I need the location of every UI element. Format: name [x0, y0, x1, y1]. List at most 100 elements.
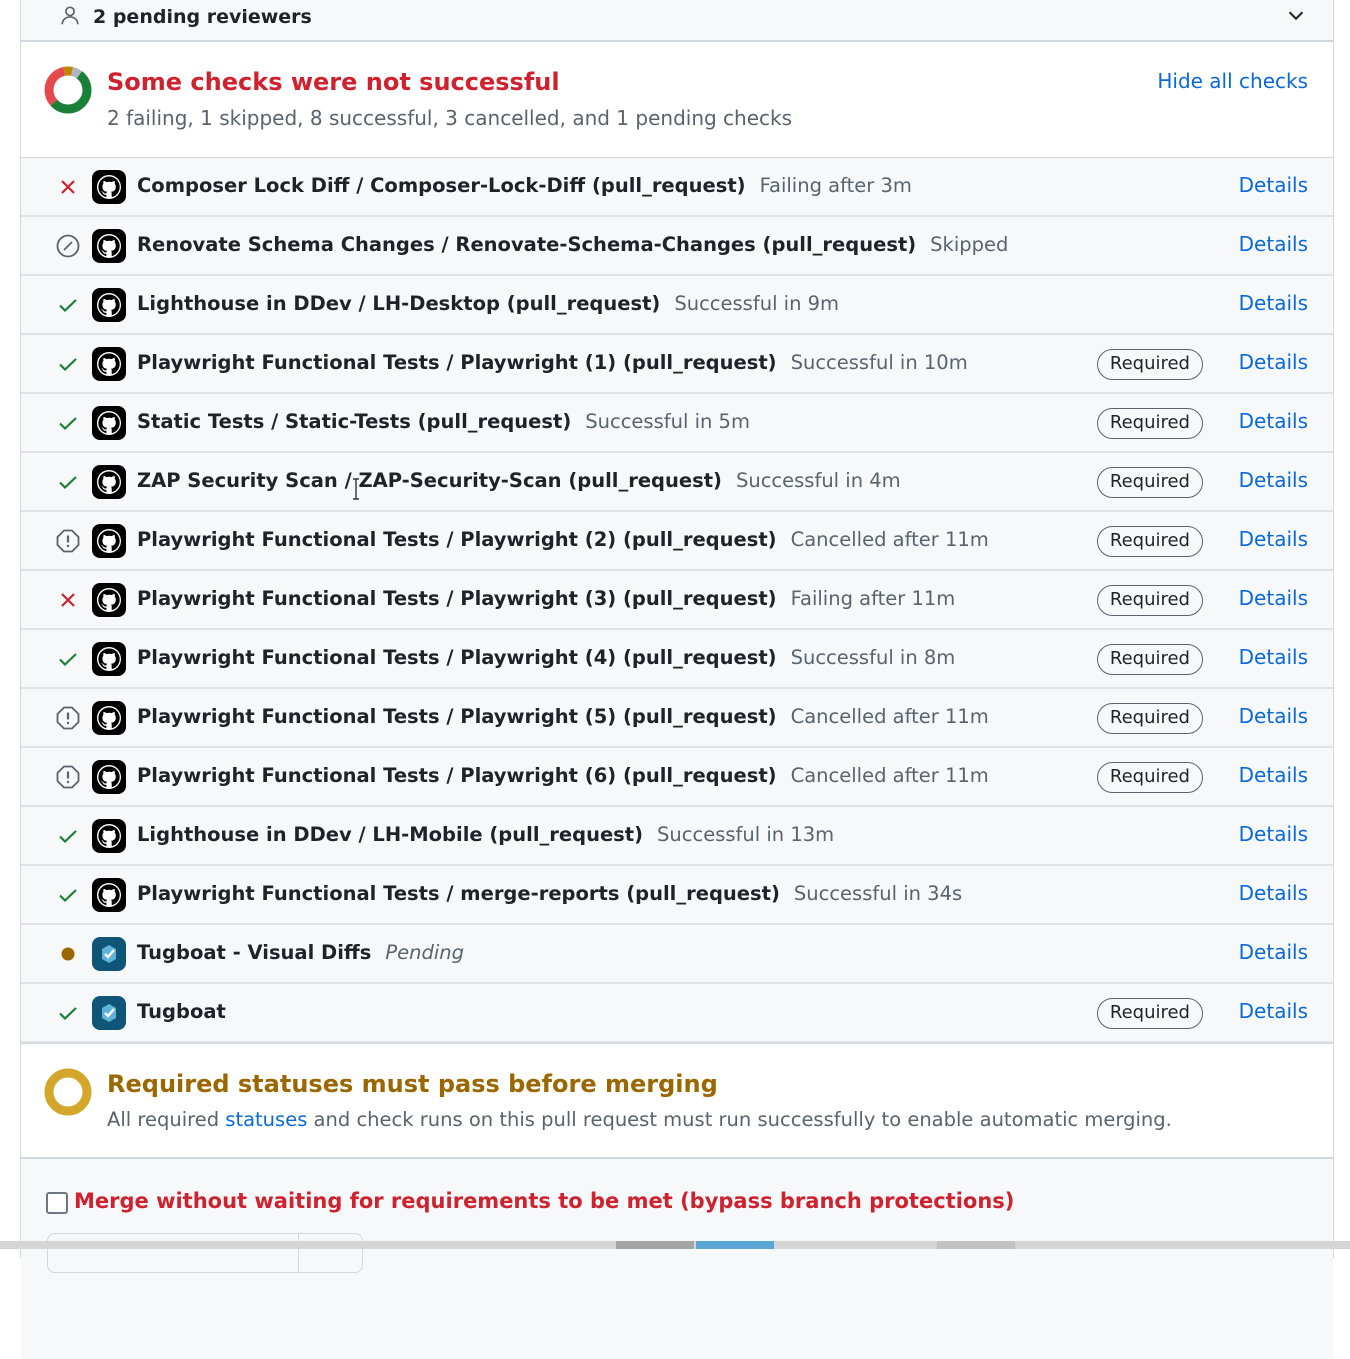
github-actions-icon [92, 170, 126, 204]
check-name: Playwright Functional Tests / merge-repo… [137, 882, 962, 905]
details-link[interactable]: Details [1239, 940, 1308, 964]
required-badge: Required [1096, 408, 1203, 439]
check-name: Composer Lock Diff / Composer-Lock-Diff … [137, 174, 912, 197]
chevron-down-icon[interactable] [1285, 4, 1307, 26]
pending-reviewers-header[interactable]: 2 pending reviewers [21, 0, 1333, 42]
github-actions-icon [92, 819, 126, 853]
pending-ring-icon [44, 1068, 92, 1116]
check-row: Playwright Functional Tests / Playwright… [21, 630, 1333, 689]
details-link[interactable]: Details [1239, 350, 1308, 374]
check-description: Cancelled after 11m [790, 705, 989, 728]
check-icon [56, 352, 80, 376]
required-badge: Required [1096, 703, 1203, 734]
statuses-link[interactable]: statuses [225, 1108, 307, 1131]
dot-fill-icon [56, 942, 80, 966]
check-row: Playwright Functional Tests / merge-repo… [21, 866, 1333, 925]
details-link[interactable]: Details [1239, 586, 1308, 610]
details-link[interactable]: Details [1239, 291, 1308, 315]
check-name: Tugboat [137, 1000, 226, 1023]
merge-button-divider [298, 1234, 299, 1272]
details-link[interactable]: Details [1239, 173, 1308, 197]
tugboat-icon [92, 937, 126, 971]
check-name: Lighthouse in DDev / LH-Desktop (pull_re… [137, 292, 839, 315]
scrollbar-thumb[interactable] [696, 1241, 774, 1249]
github-actions-icon [92, 583, 126, 617]
check-title: Playwright Functional Tests / Playwright… [137, 764, 777, 787]
check-title: Composer Lock Diff / Composer-Lock-Diff … [137, 174, 746, 197]
check-name: Renovate Schema Changes / Renovate-Schem… [137, 233, 1008, 256]
check-row: Playwright Functional Tests / Playwright… [21, 335, 1333, 394]
check-description: Skipped [930, 233, 1009, 256]
github-actions-icon [92, 760, 126, 794]
check-icon [56, 883, 80, 907]
check-name: Playwright Functional Tests / Playwright… [137, 528, 989, 551]
check-row: Tugboat - Visual Diffs Pending Details [21, 925, 1333, 984]
check-row: Playwright Functional Tests / Playwright… [21, 748, 1333, 807]
github-actions-icon [92, 524, 126, 558]
github-actions-icon [92, 878, 126, 912]
hide-all-checks-link[interactable]: Hide all checks [1157, 69, 1308, 93]
merge-button-group[interactable] [47, 1233, 363, 1273]
check-description: Cancelled after 11m [790, 764, 989, 787]
check-name: Lighthouse in DDev / LH-Mobile (pull_req… [137, 823, 834, 846]
check-description: Successful in 10m [790, 351, 968, 374]
check-title: Playwright Functional Tests / Playwright… [137, 705, 777, 728]
bypass-label[interactable]: Merge without waiting for requirements t… [74, 1189, 1014, 1213]
details-link[interactable]: Details [1239, 822, 1308, 846]
x-icon [56, 175, 80, 199]
details-link[interactable]: Details [1239, 881, 1308, 905]
github-actions-icon [92, 406, 126, 440]
details-link[interactable]: Details [1239, 763, 1308, 787]
check-description: Successful in 34s [793, 882, 963, 905]
check-description: Successful in 9m [674, 292, 840, 315]
check-title: Playwright Functional Tests / Playwright… [137, 351, 777, 374]
check-title: Playwright Functional Tests / Playwright… [137, 528, 777, 551]
required-badge: Required [1096, 762, 1203, 793]
check-icon [56, 647, 80, 671]
horizontal-scrollbar[interactable] [0, 1241, 1350, 1249]
pending-reviewers-label: 2 pending reviewers [93, 6, 312, 28]
github-actions-icon [92, 288, 126, 322]
x-icon [56, 588, 80, 612]
check-title: Playwright Functional Tests / merge-repo… [137, 882, 780, 905]
details-link[interactable]: Details [1239, 468, 1308, 492]
person-icon [61, 6, 79, 25]
bypass-section: Merge without waiting for requirements t… [21, 1159, 1333, 1359]
check-icon [56, 824, 80, 848]
check-title: Playwright Functional Tests / Playwright… [137, 646, 777, 669]
check-description: Successful in 13m [657, 823, 835, 846]
check-title: Renovate Schema Changes / Renovate-Schem… [137, 233, 917, 256]
check-name: Playwright Functional Tests / Playwright… [137, 587, 955, 610]
bypass-checkbox[interactable] [46, 1192, 68, 1214]
check-title: Lighthouse in DDev / LH-Desktop (pull_re… [137, 292, 661, 315]
details-link[interactable]: Details [1239, 527, 1308, 551]
checks-summary: Some checks were not successful 2 failin… [21, 42, 1333, 158]
check-title: Playwright Functional Tests / Playwright… [137, 587, 777, 610]
check-description: Failing after 3m [759, 174, 912, 197]
merge-box: 2 pending reviewers Some checks were not… [20, 0, 1334, 1359]
merge-requirements: Required statuses must pass before mergi… [21, 1043, 1333, 1159]
details-link[interactable]: Details [1239, 409, 1308, 433]
check-title: Tugboat - Visual Diffs [137, 941, 372, 964]
required-badge: Required [1096, 585, 1203, 616]
check-name: Playwright Functional Tests / Playwright… [137, 764, 989, 787]
check-title: Lighthouse in DDev / LH-Mobile (pull_req… [137, 823, 644, 846]
check-title: Static Tests / Static-Tests (pull_reques… [137, 410, 572, 433]
details-link[interactable]: Details [1239, 232, 1308, 256]
stop-icon [56, 765, 80, 789]
check-row: Tugboat Required Details [21, 984, 1333, 1043]
checks-status-donut-icon [44, 66, 92, 114]
text-cursor-icon [353, 478, 359, 500]
check-icon [56, 411, 80, 435]
details-link[interactable]: Details [1239, 704, 1308, 728]
check-row: Lighthouse in DDev / LH-Desktop (pull_re… [21, 276, 1333, 335]
check-row: Renovate Schema Changes / Renovate-Schem… [21, 217, 1333, 276]
check-name: Playwright Functional Tests / Playwright… [137, 646, 955, 669]
check-name: ZAP Security Scan / ZAP-Security-Scan (p… [137, 469, 901, 492]
required-badge: Required [1096, 349, 1203, 380]
details-link[interactable]: Details [1239, 999, 1308, 1023]
details-link[interactable]: Details [1239, 645, 1308, 669]
check-description: Failing after 11m [790, 587, 956, 610]
check-title: ZAP Security Scan / ZAP-Security-Scan (p… [137, 469, 722, 492]
check-name: Playwright Functional Tests / Playwright… [137, 705, 989, 728]
